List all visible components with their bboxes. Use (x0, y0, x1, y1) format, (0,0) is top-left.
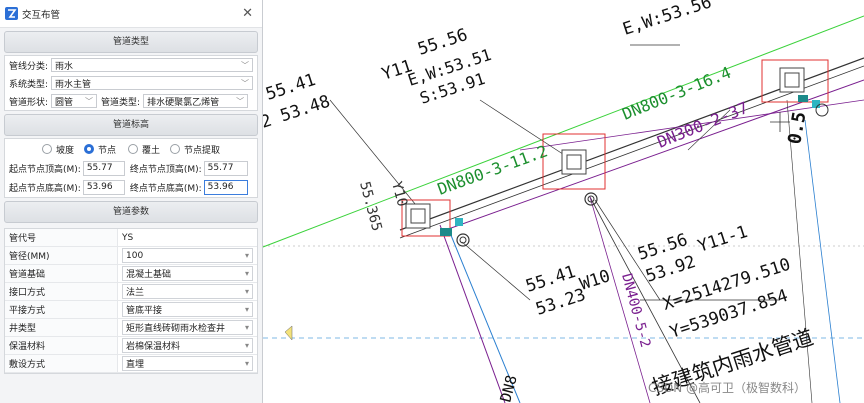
cad-label: 55.365 (356, 180, 385, 233)
param-value-select[interactable]: 100 ▾ (117, 246, 257, 265)
cad-label: 0.5 (784, 110, 810, 146)
param-row: 接口方式 法兰 ▾ (5, 282, 257, 301)
cad-pipe-label: DN800-3-11.2 (435, 141, 550, 198)
param-value-select[interactable]: 岩棉保温材料 ▾ (117, 336, 257, 355)
cad-label: E,W:53.56 (620, 0, 714, 40)
cad-label: W10 (577, 266, 612, 295)
system-type-select[interactable]: 雨水主管 ﹀ (51, 76, 253, 90)
radio-label-cover: 覆土 (142, 145, 161, 156)
param-row: 井类型 矩形直线砖砌雨水检查井 ▾ (5, 318, 257, 337)
param-value: 直埋 (126, 360, 145, 370)
radio-node[interactable] (83, 144, 94, 154)
radio-slope[interactable] (41, 144, 52, 154)
chevron-down-icon: ﹀ (236, 96, 245, 106)
chevron-down-icon: ﹀ (241, 78, 249, 88)
param-value-input[interactable]: YS (117, 229, 257, 247)
param-value: 管底平接 (126, 306, 163, 316)
radio-label-slope: 坡度 (55, 145, 74, 156)
cad-pipe-label: DN8 (496, 373, 520, 403)
end-top-label: 终点节点顶高(M): (129, 165, 202, 175)
watermark: CSDN @高可卫（极智数科） (648, 380, 806, 395)
line-category-label: 管线分类: (9, 61, 49, 72)
manhole-y10[interactable] (401, 199, 470, 247)
system-type-label: 系统类型: (9, 79, 49, 90)
param-value: 岩棉保温材料 (126, 342, 181, 352)
branch-pipe (804, 119, 841, 403)
cad-label: Y10 (388, 180, 410, 209)
app-logo-icon (5, 7, 18, 20)
cad-label: Y11-1 (695, 222, 750, 257)
close-icon[interactable]: ✕ (242, 6, 253, 21)
pipe-kind-value: 排水硬聚氯乙烯管 (147, 97, 220, 108)
section-header-pipe-type[interactable]: 管道类型 (4, 31, 258, 53)
chevron-down-icon: ▾ (244, 269, 249, 278)
param-value: 100 (126, 250, 144, 261)
green-pipe-line (262, 15, 864, 248)
param-key: 管代号 (5, 229, 118, 247)
param-key: 管道基础 (5, 264, 118, 283)
param-value: 矩形直线砖砌雨水检查井 (126, 324, 226, 334)
params-grid: 管代号 YS 管径(MM) 100 ▾ 管道基础 混凝土基础 ▾ 接口方式 法兰 ▾ 平接方式 管底平接… (4, 228, 258, 374)
param-value: 混凝土基础 (126, 270, 172, 280)
param-value-select[interactable]: 管底平接 ▾ (117, 300, 257, 319)
param-row: 保温材料 岩棉保温材料 ▾ (5, 336, 257, 355)
section-header-elevation[interactable]: 管道标高 (4, 114, 258, 136)
pipe-shape-select[interactable]: 圆管 ﹀ (51, 94, 98, 108)
param-row: 管代号 YS (5, 229, 257, 247)
chevron-down-icon: ▾ (244, 323, 249, 332)
pipe-kind-select[interactable]: 排水硬聚氯乙烯管 ﹀ (143, 94, 249, 108)
radio-cover[interactable] (128, 144, 138, 154)
param-row: 平接方式 管底平接 ▾ (5, 300, 257, 319)
chevron-down-icon: ﹀ (85, 96, 94, 106)
pipe-type-group: 管线分类: 雨水 ﹀ 系统类型: 雨水主管 ﹀ 管道形状: 圆管 ﹀ 管道类型:… (4, 55, 258, 111)
chevron-down-icon: ▾ (244, 251, 249, 260)
section-header-params[interactable]: 管道参数 (4, 201, 258, 223)
chevron-down-icon: ▾ (244, 359, 249, 368)
manhole-y11[interactable] (542, 133, 606, 206)
param-key: 井类型 (5, 318, 118, 337)
param-row: 管径(MM) 100 ▾ (5, 246, 257, 265)
system-type-value: 雨水主管 (55, 79, 92, 90)
param-key: 平接方式 (5, 300, 118, 319)
purple-branch (439, 224, 506, 403)
param-value-select[interactable]: 混凝土基础 ▾ (117, 264, 257, 283)
param-value-select[interactable]: 直埋 ▾ (117, 354, 257, 373)
chevron-down-icon: ▾ (244, 287, 249, 296)
start-bottom-input[interactable]: 53.96 (82, 180, 125, 195)
marker-icon (284, 325, 293, 341)
start-bottom-label: 起点节点底高(M): (9, 184, 81, 194)
chevron-down-icon: ▾ (244, 341, 249, 350)
radio-label-node: 节点 (97, 145, 116, 156)
param-key: 保温材料 (5, 336, 118, 355)
pipe-shape-value: 圆管 (55, 97, 74, 108)
param-key: 敷设方式 (5, 354, 118, 373)
start-top-label: 起点节点顶高(M): (9, 165, 81, 175)
line-category-select[interactable]: 雨水 ﹀ (51, 58, 253, 72)
param-value-select[interactable]: 法兰 ▾ (117, 282, 257, 301)
interactive-pipe-dialog: 交互布管 ✕ 管道类型 管线分类: 雨水 ﹀ 系统类型: 雨水主管 ﹀ 管道形状… (0, 0, 263, 403)
radio-label-node-extract: 节点提取 (184, 145, 221, 156)
param-row: 管道基础 混凝土基础 ▾ (5, 264, 257, 283)
elevation-group: 坡度 节点 覆土 节点提取 起点节点顶高(M): 55.77 终点节点顶高(M)… (4, 138, 258, 198)
param-value: 法兰 (126, 288, 145, 298)
end-bottom-input[interactable]: 53.96 (203, 180, 248, 195)
leader-line (461, 241, 531, 301)
params-table: 管代号 YS 管径(MM) 100 ▾ 管道基础 混凝土基础 ▾ 接口方式 法兰 ▾ 平接方式 管底平接… (5, 229, 257, 373)
param-row: 敷设方式 直埋 ▾ (5, 354, 257, 373)
chevron-down-icon: ﹀ (241, 60, 249, 70)
param-key: 管径(MM) (5, 246, 118, 265)
pipe-kind-label: 管道类型: (101, 97, 141, 108)
start-top-input[interactable]: 55.77 (82, 161, 125, 176)
end-bottom-label: 终点节点底高(M): (129, 184, 202, 194)
param-value-select[interactable]: 矩形直线砖砌雨水检查井 ▾ (117, 318, 257, 337)
pipe-shape-label: 管道形状: (9, 97, 49, 108)
radio-node-extract[interactable] (170, 144, 181, 154)
line-category-value: 雨水 (55, 61, 74, 72)
param-key: 接口方式 (5, 282, 118, 301)
dialog-title: 交互布管 (22, 9, 61, 21)
end-top-input[interactable]: 55.77 (203, 161, 248, 176)
dialog-titlebar[interactable]: 交互布管 ✕ (0, 0, 262, 28)
chevron-down-icon: ▾ (244, 305, 249, 314)
